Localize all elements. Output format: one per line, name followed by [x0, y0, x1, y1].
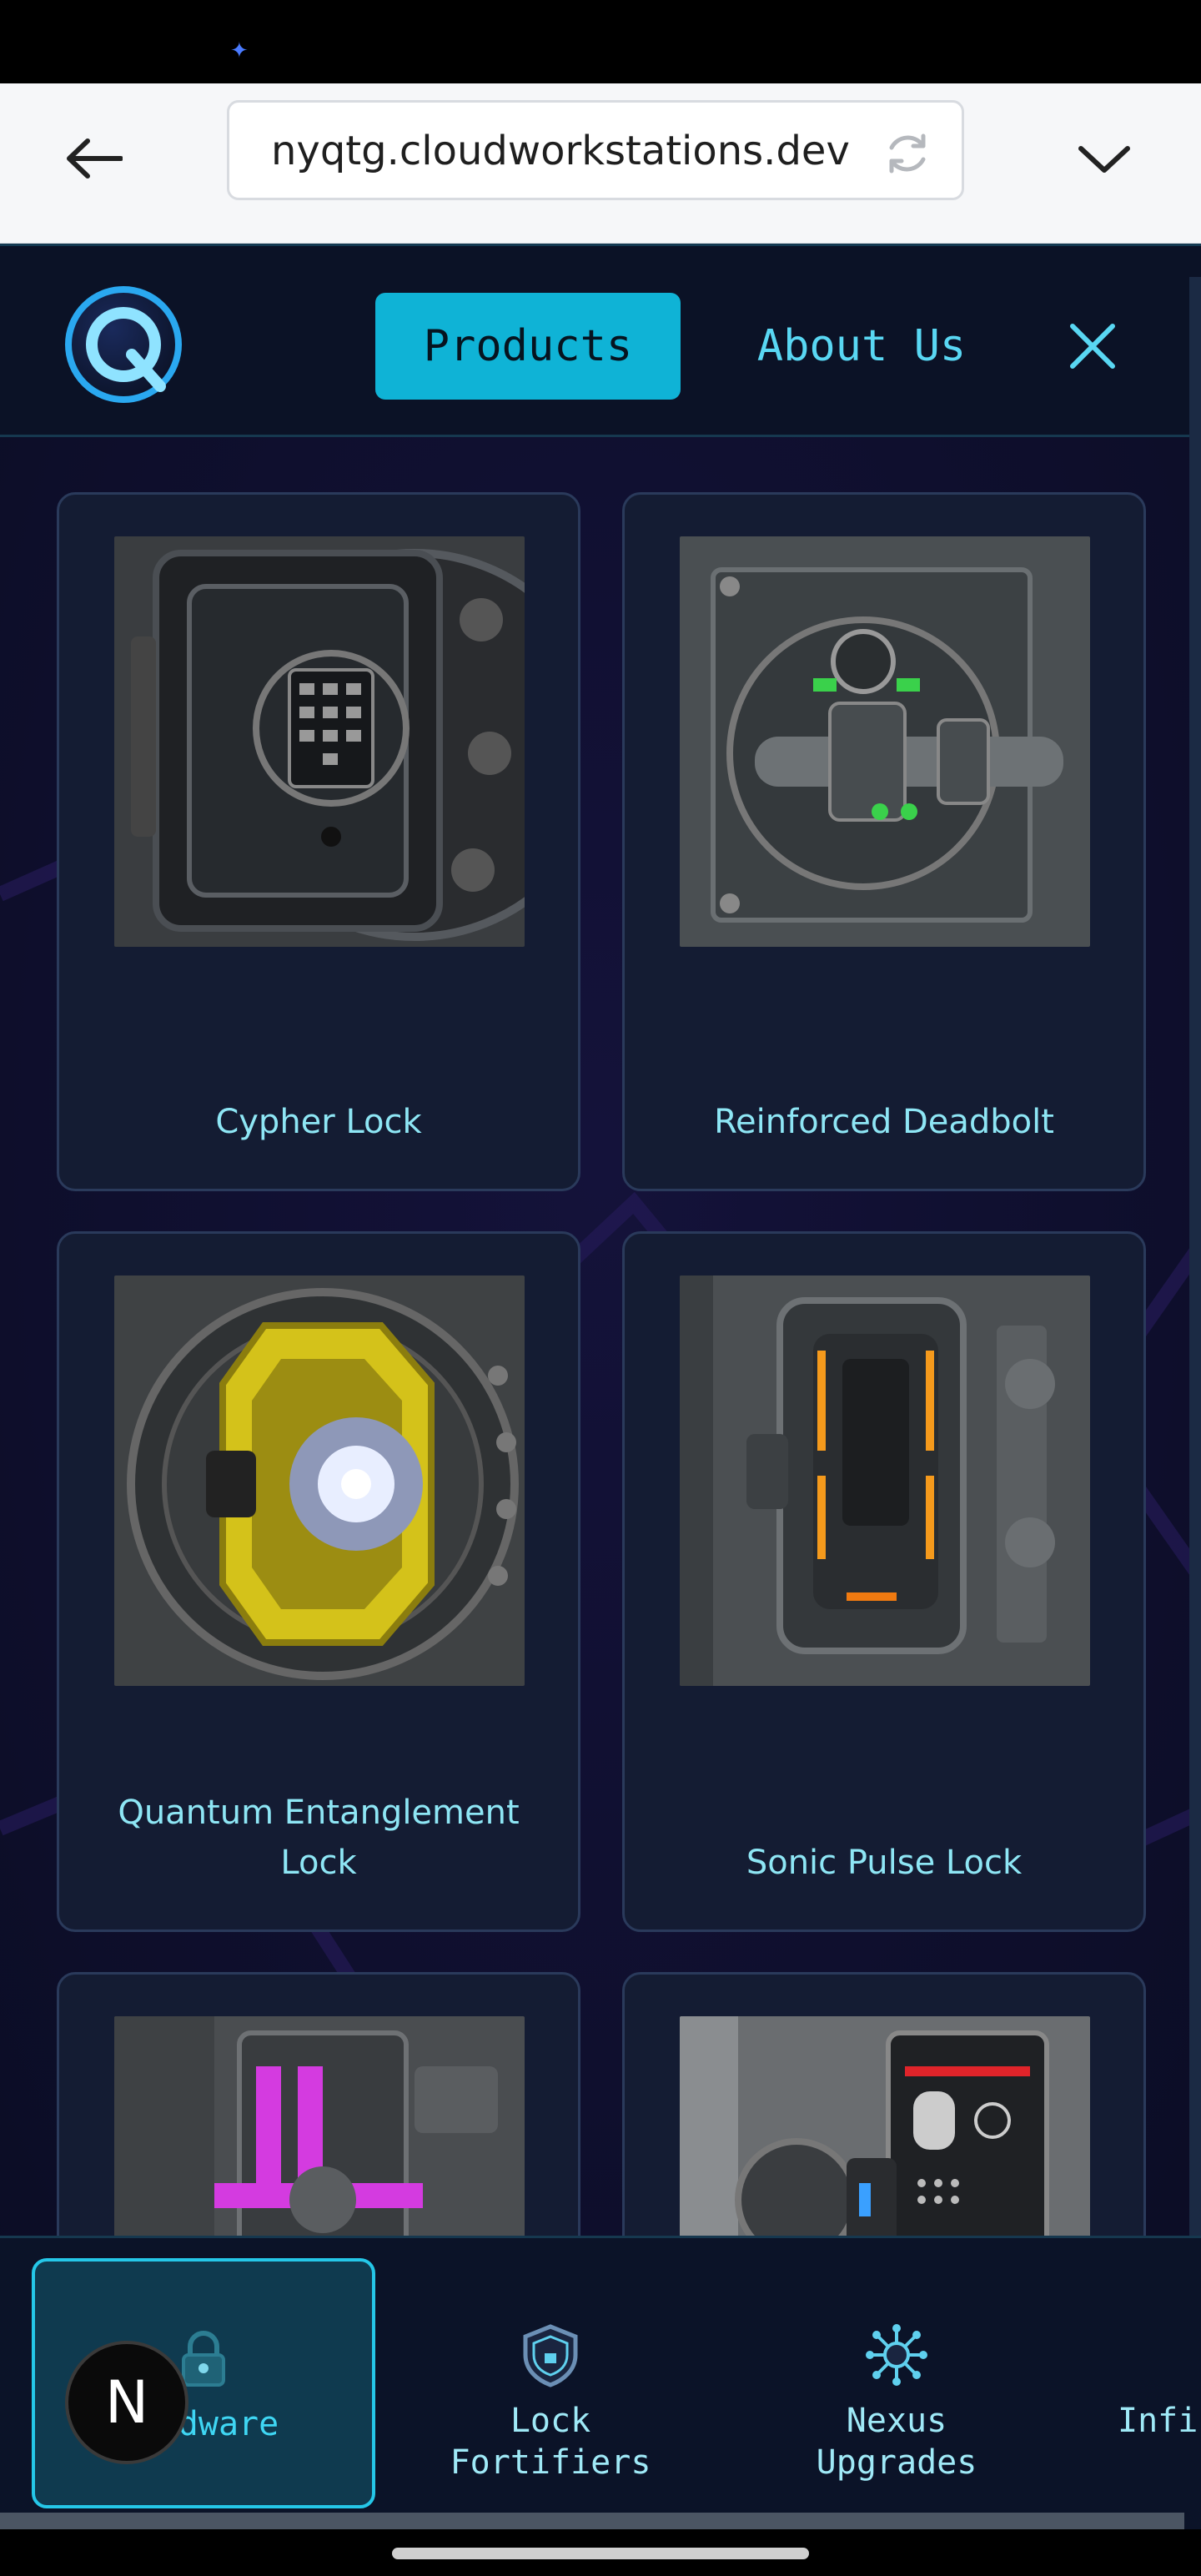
- back-button[interactable]: [58, 123, 128, 194]
- network-icon: [866, 2324, 927, 2386]
- address-bar[interactable]: nyqtg.cloudworkstations.dev: [227, 100, 964, 200]
- top-navigation: Products About Us: [0, 244, 1201, 437]
- scrollbar[interactable]: [1189, 277, 1201, 2312]
- product-title: Cypher Lock: [215, 1103, 422, 1141]
- nav-about-link[interactable]: About Us: [732, 293, 991, 400]
- tab-lock-fortifiers[interactable]: Lock Fortifiers: [417, 2258, 684, 2508]
- product-card[interactable]: Reinforced Deadbolt: [622, 492, 1146, 1191]
- product-image: [680, 536, 1090, 947]
- browser-toolbar: nyqtg.cloudworkstations.dev: [0, 83, 1201, 244]
- chevron-down-icon[interactable]: [1076, 130, 1133, 187]
- product-title: Reinforced Deadbolt: [714, 1103, 1054, 1141]
- product-image: [680, 1275, 1090, 1686]
- product-card[interactable]: Sonic Pulse Lock: [622, 1231, 1146, 1932]
- tab-partial[interactable]: Infi: [1118, 2258, 1201, 2508]
- tab-label: Lock Fortifiers: [450, 2402, 651, 2482]
- status-bar: ✦: [0, 0, 1201, 83]
- shield-icon: [523, 2324, 578, 2387]
- tab-nexus-upgrades[interactable]: Nexus Upgrades: [767, 2258, 1026, 2508]
- app-viewport: Products About Us Cypher Lock Reinforced…: [0, 244, 1201, 2529]
- product-title: Sonic Pulse Lock: [746, 1844, 1023, 1882]
- reload-icon[interactable]: [883, 129, 932, 178]
- home-indicator[interactable]: [392, 2548, 809, 2559]
- avatar[interactable]: N: [65, 2341, 188, 2464]
- arrow-left-icon: [67, 138, 123, 179]
- tab-label: Nexus Upgrades: [816, 2402, 977, 2482]
- product-card[interactable]: Quantum Entanglement Lock: [57, 1231, 580, 1932]
- close-icon[interactable]: [1061, 314, 1124, 378]
- product-image: [114, 536, 525, 947]
- horizontal-scrollbar[interactable]: [0, 2513, 1184, 2529]
- product-card[interactable]: Cypher Lock: [57, 492, 580, 1191]
- tab-label: Infi: [1118, 2402, 1198, 2440]
- nav-products-button[interactable]: Products: [375, 293, 681, 400]
- tab-label: dware: [178, 2405, 279, 2443]
- product-image: [114, 1275, 525, 1686]
- gesture-bar: [0, 2529, 1201, 2576]
- q-logo-icon[interactable]: [62, 283, 185, 406]
- url-text: nyqtg.cloudworkstations.dev: [271, 128, 850, 174]
- product-title: Quantum Entanglement Lock: [118, 1794, 520, 1882]
- sparkle-icon: ✦: [230, 38, 249, 63]
